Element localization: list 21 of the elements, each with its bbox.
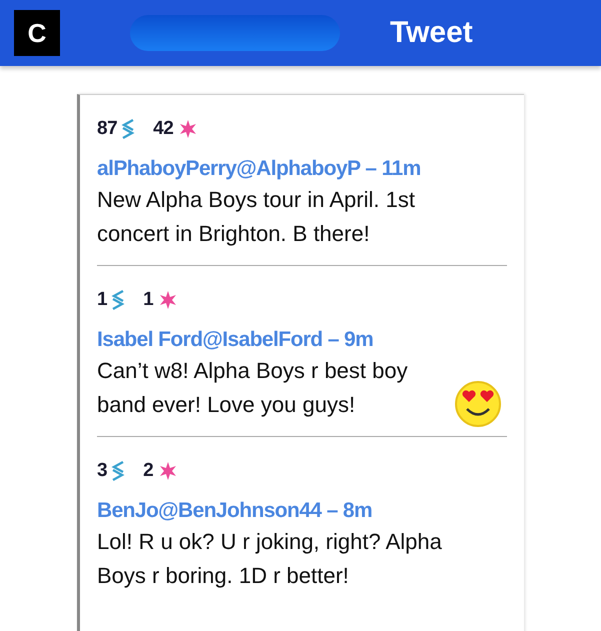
tweet-text: Can’t w8! Alpha Boys r best boy band ever! Love you guys!: [97, 357, 409, 419]
retweet-icon[interactable]: [111, 459, 126, 483]
retweet-count: 1: [97, 289, 108, 311]
retweet-count: 3: [97, 460, 108, 482]
logo[interactable]: C: [14, 10, 60, 56]
retweet-icon[interactable]: [121, 117, 136, 141]
tweet-author[interactable]: Isabel Ford@IsabelFord – 9m: [97, 328, 374, 352]
like-count: 42: [153, 118, 174, 140]
retweet-count: 87: [97, 118, 118, 140]
like-count: 2: [143, 460, 154, 482]
tweet-text: New Alpha Boys tour in April. 1st concert in Brighton. B there!: [97, 186, 416, 248]
retweet-icon[interactable]: [111, 288, 126, 312]
tweet-author[interactable]: alPhaboyPerry@AlphaboyP – 11m: [97, 157, 421, 181]
tweet-author[interactable]: BenJo@BenJohnson44 – 8m: [97, 499, 372, 523]
tweet-text: Lol! R u ok? U r joking, right? Alpha Boys r boring. 1D r better!: [97, 528, 443, 590]
search-field[interactable]: [130, 15, 340, 51]
star-icon[interactable]: [159, 291, 178, 309]
star-icon[interactable]: [179, 120, 198, 138]
star-icon[interactable]: [159, 462, 178, 480]
like-count: 1: [143, 289, 154, 311]
header-title: Tweet: [390, 16, 473, 50]
